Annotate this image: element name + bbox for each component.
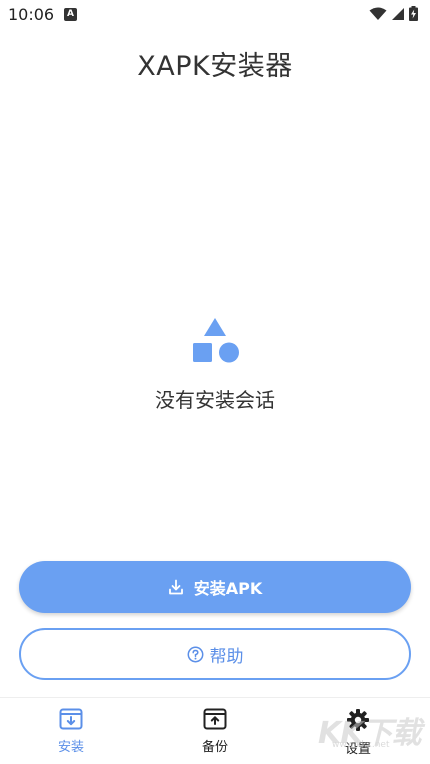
install-box-icon	[59, 708, 83, 730]
nav-item-install[interactable]: 安装	[31, 708, 111, 760]
nav-item-backup[interactable]: 备份	[175, 708, 255, 760]
signal-icon	[392, 7, 404, 20]
wifi-icon	[369, 7, 387, 20]
empty-state-text: 没有安装会话	[155, 388, 275, 412]
backup-box-icon	[203, 708, 227, 730]
watermark-url: www.kkx.net	[332, 740, 390, 750]
help-circle-icon	[187, 646, 203, 662]
help-button[interactable]: 帮助	[19, 628, 411, 680]
download-icon	[168, 579, 183, 595]
page-title: XAPK安装器	[137, 51, 293, 82]
watermark: KK下载 www.kkx.net	[296, 708, 426, 752]
install-apk-label: 安装APK	[193, 579, 263, 598]
notification-a-icon: A	[64, 8, 77, 21]
status-time: 10:06	[8, 5, 55, 24]
shapes-icon	[193, 318, 239, 363]
help-label: 帮助	[209, 646, 244, 667]
status-bar: 10:06 A	[0, 0, 430, 30]
nav-label-install: 安装	[57, 740, 84, 755]
nav-label-backup: 备份	[201, 740, 228, 755]
install-apk-button[interactable]: 安装APK	[19, 561, 411, 613]
battery-charging-icon	[409, 6, 418, 21]
status-icons	[369, 6, 418, 21]
